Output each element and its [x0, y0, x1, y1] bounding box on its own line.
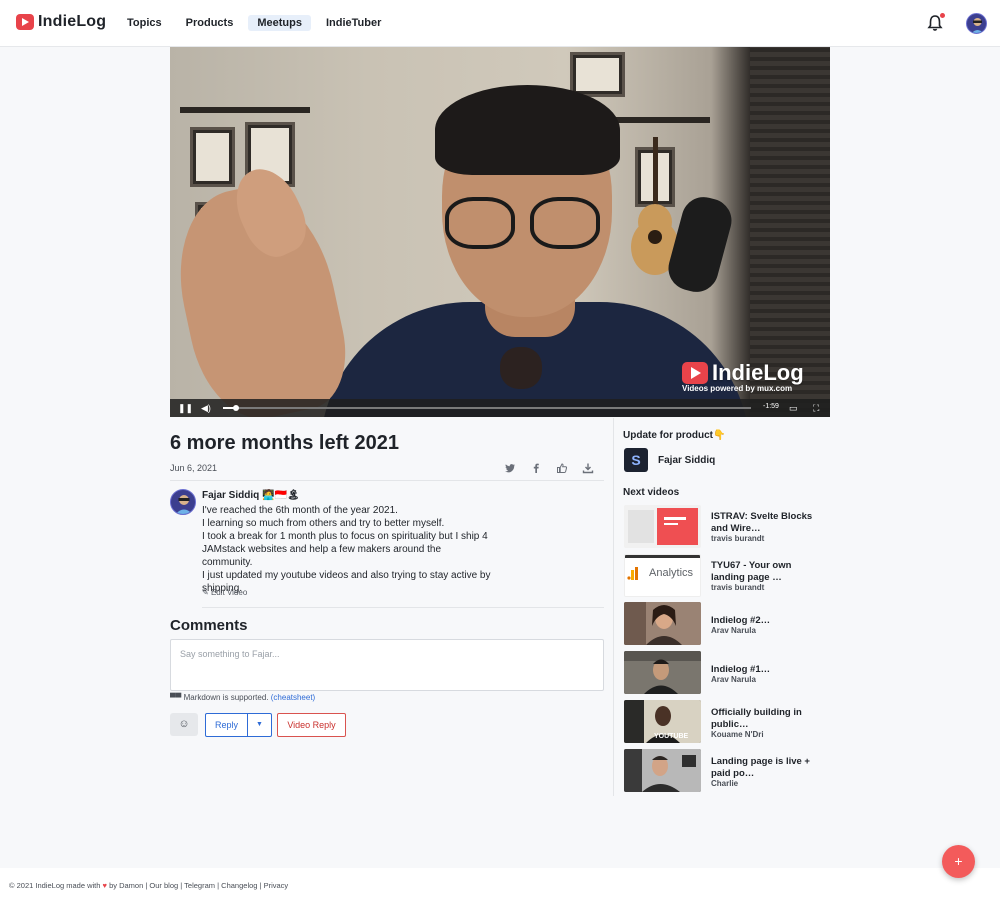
sidebar-divider [613, 418, 614, 796]
nav-meetups[interactable]: Meetups [248, 15, 311, 31]
cheatsheet-link[interactable]: (cheatsheet) [271, 693, 315, 702]
shelf [180, 107, 310, 113]
next-video-title[interactable]: ISTRAV: Svelte Blocks and Wire… [711, 511, 821, 534]
nav-topics[interactable]: Topics [118, 15, 171, 31]
comments-heading: Comments [170, 617, 248, 634]
markdown-icon: ▀▀ [170, 693, 182, 702]
video-player[interactable]: IndieLog Videos powered by mux.com ❚❚ ◀)… [170, 47, 830, 417]
plus-icon: + [954, 853, 963, 869]
download-icon[interactable] [582, 462, 594, 474]
footer-copyright: © 2021 IndieLog made with [9, 881, 101, 890]
facebook-icon[interactable] [530, 462, 542, 474]
update-heading: Update for product👇 [623, 430, 726, 441]
notification-dot [940, 13, 945, 18]
emoji-button[interactable]: ☺ [170, 713, 198, 736]
author-badges: 🧑‍💻🇮🇩🏝 [262, 490, 300, 501]
nav-indietuber[interactable]: IndieTuber [317, 15, 390, 31]
add-fab-button[interactable]: + [942, 845, 975, 878]
logo-icon [16, 14, 34, 30]
next-video-thumbnail[interactable] [624, 505, 701, 548]
reply-dropdown-button[interactable]: ▼ [247, 713, 272, 737]
author-avatar[interactable] [170, 489, 196, 515]
thumb-youtube-text: YOUTUBE [654, 733, 689, 740]
next-video-author[interactable]: Charlie [711, 779, 738, 788]
user-avatar[interactable] [966, 13, 987, 34]
logo-text: IndieLog [38, 13, 107, 30]
product-logo[interactable]: S [624, 448, 648, 472]
footer-by-link[interactable]: by Damon [109, 881, 143, 890]
next-video-thumbnail[interactable]: Analytics [624, 554, 701, 597]
watermark-logo-icon [682, 362, 708, 384]
footer-link-privacy[interactable]: Privacy [264, 881, 289, 890]
main-nav: Topics Products Meetups IndieTuber [118, 15, 396, 31]
edit-icon: ✎ [202, 588, 209, 597]
next-video-title[interactable]: Indielog #1… [711, 664, 821, 676]
video-reply-button[interactable]: Video Reply [277, 713, 346, 737]
caret-down-icon: ▼ [256, 721, 263, 728]
next-video-author[interactable]: travis burandt [711, 534, 764, 543]
reply-button[interactable]: Reply [205, 713, 248, 737]
next-video-thumbnail[interactable]: YOUTUBE [624, 700, 701, 743]
next-video-thumbnail[interactable] [624, 602, 701, 645]
wall-frame [570, 52, 625, 97]
next-video-title[interactable]: Officially building in public… [711, 707, 821, 730]
picture-in-picture-icon[interactable]: ▭ [789, 403, 798, 413]
video-progress-knob[interactable] [233, 405, 240, 411]
product-name[interactable]: Fajar Siddiq [658, 455, 715, 466]
glasses-right [530, 197, 600, 249]
wall-frame [190, 127, 235, 187]
time-remaining: -1:59 [763, 403, 779, 410]
volume-icon[interactable]: ◀) [201, 403, 211, 413]
comment-input[interactable] [170, 639, 604, 691]
next-video-author[interactable]: Arav Narula [711, 675, 756, 684]
edit-video-link[interactable]: ✎ Edit Video [202, 588, 247, 597]
next-video-title[interactable]: Landing page is live + paid po… [711, 756, 821, 779]
person-goatee [500, 347, 542, 389]
description-line: I took a break for 1 month plus to focus… [202, 531, 488, 568]
footer-link-changelog[interactable]: Changelog [221, 881, 257, 890]
smiley-icon: ☺ [178, 718, 190, 730]
author-name[interactable]: Fajar Siddiq 🧑‍💻🇮🇩🏝 [202, 490, 300, 501]
nav-products[interactable]: Products [177, 15, 243, 31]
next-video-author[interactable]: Arav Narula [711, 626, 756, 635]
watermark-subtext: Videos powered by mux.com [682, 384, 793, 393]
description-line: I've reached the 6th month of the year 2… [202, 505, 398, 516]
share-actions [504, 462, 594, 474]
next-video-author[interactable]: travis burandt [711, 583, 764, 592]
heart-icon: ♥ [102, 881, 107, 890]
glasses-left [445, 197, 515, 249]
twitter-icon[interactable] [504, 462, 516, 474]
divider [202, 607, 604, 608]
thumb-analytics-text: Analytics [649, 567, 694, 579]
video-watermark: IndieLog [682, 360, 804, 386]
logo[interactable]: IndieLog [16, 13, 106, 31]
video-controls: ❚❚ ◀) -1:59 ▭ ⛶ [170, 399, 830, 417]
next-video-title[interactable]: Indielog #2… [711, 615, 821, 627]
markdown-note: ▀▀ Markdown is supported. (cheatsheet) [170, 693, 315, 702]
next-videos-heading: Next videos [623, 487, 680, 498]
video-title: 6 more months left 2021 [170, 432, 399, 454]
person-hair [435, 85, 620, 175]
next-video-thumbnail[interactable] [624, 749, 701, 792]
video-description: I've reached the 6th month of the year 2… [202, 504, 492, 595]
fullscreen-icon[interactable]: ⛶ [813, 403, 819, 413]
footer-text: © 2021 IndieLog made with ♥ by Damon | O… [9, 881, 289, 890]
footer-link-blog[interactable]: Our blog [149, 881, 178, 890]
video-progress-bar[interactable] [223, 405, 751, 411]
divider [170, 480, 604, 481]
next-video-author[interactable]: Kouame N'Dri [711, 730, 764, 739]
post-date: Jun 6, 2021 [170, 463, 218, 473]
edit-video-label: Edit Video [210, 588, 248, 597]
description-line: I learning so much from others and try t… [202, 518, 445, 529]
next-video-thumbnail[interactable] [624, 651, 701, 694]
next-video-title[interactable]: TYU67 - Your own landing page … [711, 560, 821, 583]
watermark-text: IndieLog [712, 360, 804, 385]
footer-link-telegram[interactable]: Telegram [184, 881, 215, 890]
thumbs-up-icon[interactable] [556, 462, 568, 474]
markdown-note-text: Markdown is supported. [183, 693, 269, 702]
pause-icon[interactable]: ❚❚ [178, 403, 193, 413]
author-name-text: Fajar Siddiq [202, 490, 260, 501]
